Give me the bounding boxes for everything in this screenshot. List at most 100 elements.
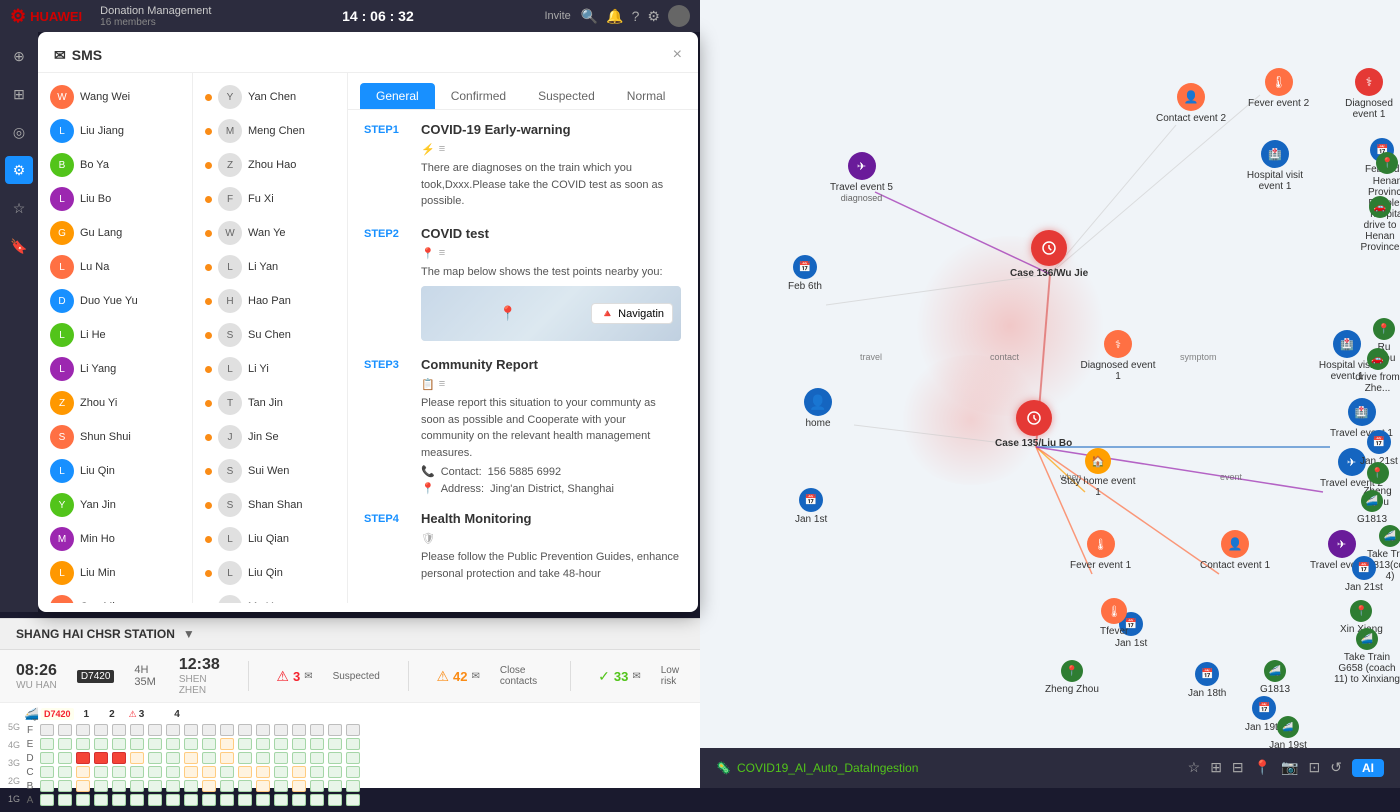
seat[interactable] (148, 780, 162, 792)
contact-left-item[interactable]: L Lu Na (44, 251, 186, 283)
seat[interactable] (112, 752, 126, 764)
seat[interactable] (58, 724, 72, 736)
seat[interactable] (202, 752, 216, 764)
node-g1813-bot[interactable]: 🚄 G1813 (1260, 660, 1290, 695)
seat[interactable] (130, 794, 144, 806)
seat[interactable] (310, 766, 324, 778)
node-zheng-zhou2[interactable]: 📍 Zheng Zhou (1045, 660, 1099, 695)
seat[interactable] (310, 738, 324, 750)
node-case136[interactable]: Case 136/Wu Jie (1010, 230, 1088, 279)
seat[interactable] (76, 766, 90, 778)
seat[interactable] (238, 738, 252, 750)
node-fever-event2[interactable]: 🌡 Fever event 2 (1248, 68, 1309, 109)
seat[interactable] (148, 766, 162, 778)
contact-right-item[interactable]: M Meng Chen (199, 115, 341, 147)
help-icon[interactable]: ? (632, 8, 640, 24)
seat[interactable] (202, 738, 216, 750)
seat[interactable] (346, 794, 360, 806)
seat[interactable] (292, 752, 306, 764)
seat[interactable] (166, 780, 180, 792)
sms-tab-normal[interactable]: Normal (611, 83, 682, 109)
seat[interactable] (292, 766, 306, 778)
node-contact-event2[interactable]: 👤 Contact event 2 (1156, 83, 1226, 124)
seat[interactable] (94, 724, 108, 736)
contact-left-item[interactable]: M Min Ho (44, 523, 186, 555)
contact-left-item[interactable]: G Gu Lang (44, 217, 186, 249)
seat[interactable] (184, 752, 198, 764)
seat[interactable] (256, 780, 270, 792)
seat[interactable] (112, 766, 126, 778)
seat[interactable] (130, 738, 144, 750)
search-icon[interactable]: 🔍 (581, 8, 598, 25)
contact-right-item[interactable]: L Liu Qian (199, 523, 341, 555)
seat[interactable] (94, 794, 108, 806)
seat[interactable] (166, 724, 180, 736)
seat[interactable] (58, 794, 72, 806)
seat[interactable] (130, 780, 144, 792)
contact-left-item[interactable]: L Liu Qin (44, 455, 186, 487)
seat[interactable] (148, 794, 162, 806)
node-drive-from-zhe[interactable]: 🚗 drive from Zhe... (1355, 348, 1400, 394)
sidebar-expand-icon[interactable]: ⊞ (5, 80, 33, 108)
seat[interactable] (130, 766, 144, 778)
seat[interactable] (202, 794, 216, 806)
seat[interactable] (58, 780, 72, 792)
seat[interactable] (94, 780, 108, 792)
node-diagnosed-top[interactable]: ⚕ Diagnosed event 1 (1338, 68, 1400, 120)
seat[interactable] (40, 724, 54, 736)
seat[interactable] (328, 738, 342, 750)
seat[interactable] (310, 794, 324, 806)
settings-icon[interactable]: ⚙ (647, 8, 660, 25)
seat[interactable] (220, 780, 234, 792)
sidebar-zoom-icon[interactable]: ◎ (5, 118, 33, 146)
seat[interactable] (130, 752, 144, 764)
seat[interactable] (292, 780, 306, 792)
contact-left-item[interactable]: C Cao Min (44, 591, 186, 603)
seat[interactable] (130, 724, 144, 736)
seat[interactable] (328, 752, 342, 764)
seat[interactable] (112, 738, 126, 750)
seat[interactable] (94, 766, 108, 778)
node-case135[interactable]: Case 135/Liu Bo (995, 400, 1072, 449)
sidebar-settings-icon[interactable]: ⚙ (5, 156, 33, 184)
sidebar-move-icon[interactable]: ⊕ (5, 42, 33, 70)
seat[interactable] (166, 752, 180, 764)
seat[interactable] (346, 780, 360, 792)
seat[interactable] (58, 738, 72, 750)
seat[interactable] (328, 794, 342, 806)
seat[interactable] (40, 780, 54, 792)
seat[interactable] (256, 724, 270, 736)
seat[interactable] (40, 766, 54, 778)
seat[interactable] (238, 780, 252, 792)
seat[interactable] (310, 752, 324, 764)
seat[interactable] (274, 780, 288, 792)
station-dropdown-icon[interactable]: ▼ (183, 627, 195, 641)
seat[interactable] (274, 738, 288, 750)
graph-copy-icon[interactable]: ⊞ (1210, 759, 1222, 777)
contact-right-item[interactable]: F Fu Xi (199, 183, 341, 215)
bell-icon[interactable]: 🔔 (606, 8, 623, 25)
seat[interactable] (76, 752, 90, 764)
graph-camera-icon[interactable]: 📷 (1281, 759, 1298, 777)
sidebar-bookmark-icon[interactable]: 🔖 (5, 232, 33, 260)
seat[interactable] (346, 724, 360, 736)
seat[interactable] (58, 766, 72, 778)
seat[interactable] (202, 724, 216, 736)
seat[interactable] (166, 738, 180, 750)
node-stay-home[interactable]: 🏠 Stay home event 1 (1058, 448, 1138, 498)
node-tfever[interactable]: 🌡 Tfever (1100, 598, 1128, 637)
node-fever1[interactable]: 🌡 Fever event 1 (1070, 530, 1131, 571)
seat[interactable] (184, 794, 198, 806)
seat[interactable] (112, 724, 126, 736)
seat[interactable] (274, 752, 288, 764)
graph-star-icon[interactable]: ☆ (1188, 759, 1201, 777)
seat[interactable] (220, 724, 234, 736)
graph-fullscreen-icon[interactable]: ⊡ (1309, 759, 1321, 777)
avatar[interactable] (668, 5, 690, 27)
node-take-train-g658[interactable]: 🚄 Take Train G658 (coach 11) to Xinxiang (1334, 628, 1400, 685)
node-feb6th[interactable]: 📅 Feb 6th (788, 255, 822, 292)
contact-right-item[interactable]: H Hao Pan (199, 285, 341, 317)
invite-button[interactable]: Invite (544, 10, 570, 22)
node-jan18th[interactable]: 📅 Jan 18th (1188, 662, 1226, 699)
node-jan1st-top[interactable]: 📅 Jan 1st (795, 488, 827, 525)
